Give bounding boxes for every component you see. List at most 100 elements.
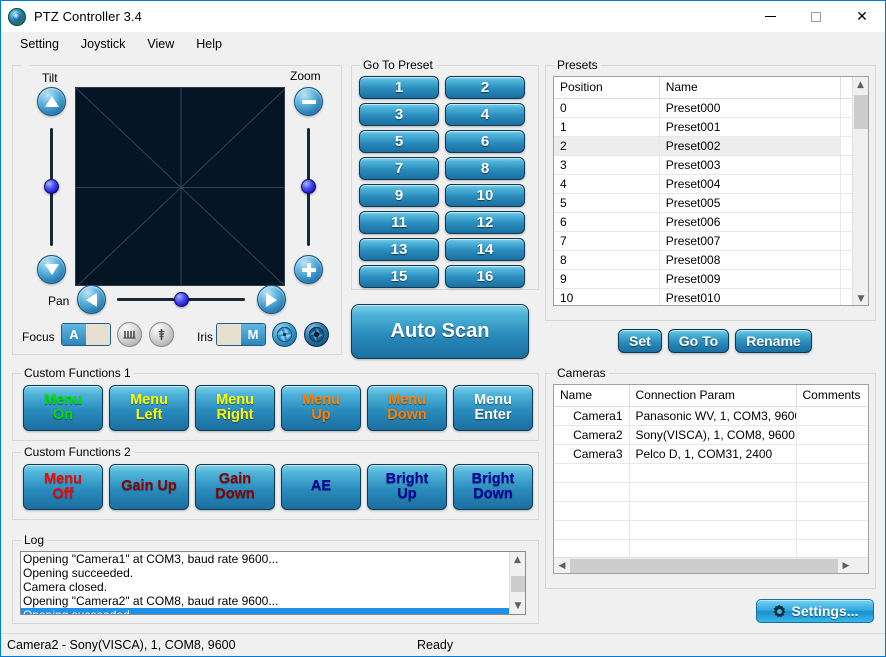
preset-button-8[interactable]: 8 — [445, 157, 525, 180]
close-button[interactable]: ✕ — [839, 1, 885, 32]
table-row[interactable]: 5Preset005 — [554, 193, 868, 212]
pan-slider-thumb[interactable] — [174, 292, 189, 307]
ptz-panel-title — [21, 58, 30, 72]
goto-preset-button[interactable]: Go To — [668, 329, 729, 353]
preset-button-grid: 1 2 3 4 5 6 7 8 9 10 11 12 13 14 15 16 — [359, 76, 525, 288]
menu-item-joystick[interactable]: Joystick — [70, 34, 136, 54]
preset-button-15[interactable]: 15 — [359, 265, 439, 288]
cf2-bright-down-button[interactable]: BrightDown — [453, 464, 533, 510]
cameras-horizontal-scrollbar[interactable]: ◀ ▶ — [554, 557, 869, 573]
table-row[interactable]: 2Preset002 — [554, 136, 868, 155]
preset-button-13[interactable]: 13 — [359, 238, 439, 261]
preset-button-14[interactable]: 14 — [445, 238, 525, 261]
cf2-gain-down-button[interactable]: GainDown — [195, 464, 275, 510]
table-row[interactable]: 3Preset003 — [554, 155, 868, 174]
table-row[interactable]: 4Preset004 — [554, 174, 868, 193]
cameras-table[interactable]: Name Connection Param Comments Camera1Pa… — [554, 385, 869, 574]
log-scroll-thumb[interactable] — [511, 576, 525, 592]
cf2-gain-up-button[interactable]: Gain Up — [109, 464, 189, 510]
log-scroll-up-icon[interactable]: ▲ — [510, 552, 525, 568]
scroll-down-icon[interactable]: ▼ — [853, 291, 869, 306]
menu-item-setting[interactable]: Setting — [9, 34, 70, 54]
preset-button-2[interactable]: 2 — [445, 76, 525, 99]
scroll-right-icon[interactable]: ▶ — [838, 558, 854, 574]
preset-button-3[interactable]: 3 — [359, 103, 439, 126]
preset-button-1[interactable]: 1 — [359, 76, 439, 99]
zoom-out-button[interactable] — [294, 87, 323, 116]
cf1-menu-right-button[interactable]: MenuRight — [195, 385, 275, 431]
preset-button-12[interactable]: 12 — [445, 211, 525, 234]
preset-button-6[interactable]: 6 — [445, 130, 525, 153]
tilt-up-button[interactable] — [37, 87, 66, 116]
presets-table[interactable]: Position Name 0Preset0001Preset0012Prese… — [554, 77, 868, 306]
menu-item-view[interactable]: View — [136, 34, 185, 54]
auto-scan-button[interactable]: Auto Scan — [351, 304, 529, 359]
table-row-empty[interactable] — [554, 539, 869, 558]
preset-name-cell: Preset009 — [659, 269, 840, 288]
rename-preset-button[interactable]: Rename — [735, 329, 811, 353]
table-row[interactable]: 7Preset007 — [554, 231, 868, 250]
preset-button-7[interactable]: 7 — [359, 157, 439, 180]
table-row[interactable]: Camera3Pelco D, 1, COM31, 2400 — [554, 444, 869, 463]
scroll-left-icon[interactable]: ◀ — [554, 558, 570, 574]
cameras-scroll-thumb[interactable] — [570, 559, 838, 573]
table-row[interactable]: 9Preset009 — [554, 269, 868, 288]
zoom-in-button[interactable] — [294, 255, 323, 284]
log-line[interactable]: Opening "Camera2" at COM8, baud rate 960… — [21, 594, 511, 608]
iris-close-button[interactable] — [304, 322, 329, 347]
table-row[interactable]: 6Preset006 — [554, 212, 868, 231]
cf1-menu-on-button[interactable]: MenuOn — [23, 385, 103, 431]
menu-item-help[interactable]: Help — [185, 34, 233, 54]
log-line[interactable]: Opening "Camera1" at COM3, baud rate 960… — [21, 552, 511, 566]
cf2-bright-up-button[interactable]: BrightUp — [367, 464, 447, 510]
maximize-button[interactable] — [793, 1, 839, 32]
log-vertical-scrollbar[interactable]: ▲ ▼ — [509, 552, 525, 614]
log-line[interactable]: Opening succeeded. — [21, 608, 511, 615]
cf1-menu-enter-button[interactable]: MenuEnter — [453, 385, 533, 431]
iris-mode-toggle[interactable]: M — [216, 323, 266, 346]
focus-far-button[interactable] — [149, 322, 174, 347]
settings-button[interactable]: Settings... — [756, 599, 874, 623]
table-row-empty[interactable] — [554, 482, 869, 501]
cf1-menu-up-button[interactable]: MenuUp — [281, 385, 361, 431]
focus-near-button[interactable] — [117, 322, 142, 347]
tilt-slider-thumb[interactable] — [44, 179, 59, 194]
zoom-slider-thumb[interactable] — [301, 179, 316, 194]
button-label-line2: Up — [397, 487, 416, 502]
table-row-empty[interactable] — [554, 520, 869, 539]
preset-button-5[interactable]: 5 — [359, 130, 439, 153]
scroll-up-icon[interactable]: ▲ — [853, 77, 868, 93]
table-row[interactable]: 1Preset001 — [554, 117, 868, 136]
preset-button-10[interactable]: 10 — [445, 184, 525, 207]
log-line[interactable]: Camera closed. — [21, 580, 511, 594]
table-row[interactable]: 0Preset000 — [554, 98, 868, 117]
presets-scroll-thumb[interactable] — [854, 95, 868, 129]
table-row-empty[interactable] — [554, 501, 869, 520]
minimize-button[interactable] — [747, 1, 793, 32]
pan-right-button[interactable] — [257, 285, 286, 314]
preset-button-11[interactable]: 11 — [359, 211, 439, 234]
cf2-menu-off-button[interactable]: MenuOff — [23, 464, 103, 510]
table-row[interactable]: 8Preset008 — [554, 250, 868, 269]
focus-mode-toggle[interactable]: A — [61, 323, 111, 346]
pan-left-button[interactable] — [77, 285, 106, 314]
log-scroll-down-icon[interactable]: ▼ — [510, 598, 526, 614]
preset-button-16[interactable]: 16 — [445, 265, 525, 288]
cf2-ae-button[interactable]: AE — [281, 464, 361, 510]
table-row[interactable]: Camera1Panasonic WV, 1, COM3, 9600 — [554, 406, 869, 425]
cf1-menu-left-button[interactable]: MenuLeft — [109, 385, 189, 431]
preset-button-4[interactable]: 4 — [445, 103, 525, 126]
iris-open-button[interactable] — [272, 322, 297, 347]
presets-vertical-scrollbar[interactable]: ▲ ▼ — [852, 77, 868, 306]
set-preset-button[interactable]: Set — [618, 329, 662, 353]
tilt-down-button[interactable] — [37, 255, 66, 284]
table-row[interactable]: 10Preset010 — [554, 288, 868, 306]
log-line[interactable]: Opening succeeded. — [21, 566, 511, 580]
custom-functions-1-title: Custom Functions 1 — [21, 366, 134, 380]
table-row-empty[interactable] — [554, 463, 869, 482]
pan-tilt-pad[interactable] — [75, 87, 285, 286]
preset-button-9[interactable]: 9 — [359, 184, 439, 207]
cf1-menu-down-button[interactable]: MenuDown — [367, 385, 447, 431]
table-row[interactable]: Camera2Sony(VISCA), 1, COM8, 9600 — [554, 425, 869, 444]
log-box[interactable]: Opening "Camera1" at COM3, baud rate 960… — [20, 551, 526, 615]
